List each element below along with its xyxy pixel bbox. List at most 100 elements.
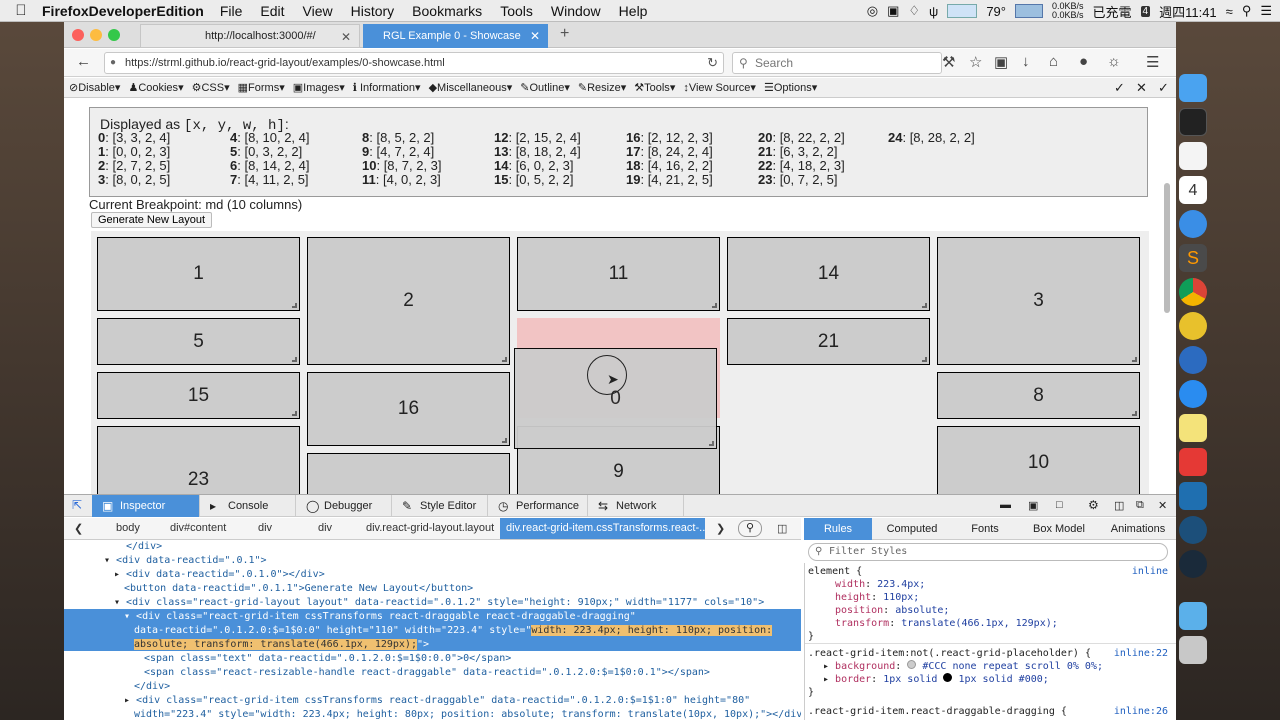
tab-network[interactable]: ⇆ Network [588,495,684,517]
wd-outline[interactable]: ✎Outline▾ [520,81,570,94]
activity-graph-icon[interactable] [947,4,978,18]
wrench-icon[interactable]: ⚒ [942,53,955,71]
usb-icon[interactable]: ψ [929,4,938,19]
markup-line[interactable]: ▸ <div class="react-grid-item cssTransfo… [124,694,750,708]
tab-rgl-showcase[interactable]: RGL Example 0 - Showcase ✕ [363,24,548,48]
grid-item-15[interactable]: 15 [97,372,300,419]
reminders-icon[interactable] [1179,142,1207,170]
grid-item-23[interactable]: 23 [97,426,300,494]
chat-icon[interactable]: ● [1079,53,1088,70]
calendar-icon[interactable]: 4 [1179,176,1207,204]
new-tab-button[interactable]: + [560,25,569,43]
firefox-icon[interactable] [1179,346,1207,374]
back-arrow-icon[interactable]: ← [76,53,91,70]
spotlight-icon[interactable]: ⚲ [1242,3,1252,19]
wd-view-source[interactable]: ↕View Source▾ [683,81,756,94]
tab-computed[interactable]: Computed [872,518,952,540]
markup-line[interactable]: </div> [126,540,162,554]
chrome-icon[interactable] [1179,278,1207,306]
apple-icon[interactable]:  [0,2,42,19]
filter-styles-input[interactable]: ⚲ Filter Styles [808,543,1168,561]
tab-box-model[interactable]: Box Model [1018,518,1100,540]
extension-icon[interactable]: ☼ [1107,53,1121,70]
breadcrumb-grid-layout[interactable]: div.react-grid-layout.layout [366,522,494,534]
wd-resize[interactable]: ✎Resize▾ [578,81,626,94]
responsive-icon[interactable]: □ [1056,499,1063,511]
rule-declaration[interactable]: height: 110px; [835,591,919,604]
grid-item-5[interactable]: 5 [97,318,300,365]
status-box-icon[interactable]: ▣ [887,3,899,19]
breadcrumb-back-icon[interactable]: ❮ [74,522,83,535]
reload-icon[interactable]: ↻ [707,53,718,73]
rule-declaration[interactable]: width: 223.4px; [835,578,925,591]
breadcrumb-div-content[interactable]: div#content [170,522,226,534]
menu-tools[interactable]: Tools [500,3,533,19]
breadcrumb-div[interactable]: div [318,522,332,534]
status-circle-icon[interactable]: ◎ [867,3,878,19]
markup-line[interactable]: width="223.4" style="width: 223.4px; hei… [134,708,801,720]
settings-gear-icon[interactable]: ⚙ [1088,498,1099,512]
pick-element-icon[interactable]: ⇱ [72,498,82,512]
battery-status[interactable]: 已充電 [1093,2,1132,21]
sidebar-toggle-icon[interactable]: ◫ [777,522,787,535]
wifi-icon[interactable]: ≈ [1226,4,1233,19]
wd-miscellaneous[interactable]: ◆Miscellaneous▾ [429,81,513,94]
wd-css[interactable]: ⚙CSS▾ [192,81,230,94]
quicktime-icon[interactable] [1179,550,1207,578]
resize-handle[interactable] [502,438,507,443]
zoom-window-button[interactable] [108,29,120,41]
url-bar[interactable]: ● https://strml.github.io/react-grid-lay… [104,52,724,74]
markup-search-icon[interactable]: ⚲ [738,520,762,537]
markup-line[interactable]: ▸ <div data-reactid=".0.1.0"></div> [114,568,325,582]
temperature-graph-icon[interactable] [1014,4,1043,18]
grid-item-16[interactable]: 16 [307,372,510,446]
resize-handle[interactable] [922,357,927,362]
remote-desktop-icon[interactable] [1179,482,1207,510]
markup-line[interactable]: data-reactid=".0.1.2.0:$=1$0:0" height="… [134,624,773,638]
resize-handle[interactable] [292,411,297,416]
resize-handle[interactable] [1132,411,1137,416]
app-store-icon[interactable] [1179,380,1207,408]
markup-line[interactable]: <span class="react-resizable-handle reac… [144,666,710,680]
wd-images[interactable]: ▣Images▾ [293,81,345,94]
tab-style-editor[interactable]: ✎ Style Editor [392,495,488,517]
home-icon[interactable]: ⌂ [1049,53,1058,70]
grid-item-14[interactable]: 14 [727,237,930,311]
bookmark-star-icon[interactable]: ☆ [969,53,982,71]
rule-declaration[interactable]: ▸ background: #CCC none repeat scroll 0%… [823,660,1103,673]
sublime-text-icon[interactable]: S [1179,244,1207,272]
markup-line[interactable]: absolute; transform: translate(466.1px, … [134,638,429,652]
resize-handle[interactable] [709,441,714,446]
tab-debugger[interactable]: ◯ Debugger [296,495,392,517]
tab-console[interactable]: ▸ Console [200,495,296,517]
tab-inspector[interactable]: ▣ Inspector [92,495,200,517]
check-icon[interactable]: ✓ [1114,80,1125,96]
split-console-icon[interactable]: ▬ [1000,499,1011,511]
markup-line[interactable]: </div> [134,680,170,694]
markup-line[interactable]: ▾ <div data-reactid=".0.1"> [104,554,267,568]
close-tab-icon[interactable]: ✕ [341,30,351,44]
terminal-icon[interactable] [1179,108,1207,136]
close-icon[interactable]: ✕ [1136,80,1147,96]
wd-cookies[interactable]: ♟Cookies▾ [128,81,183,94]
resize-handle[interactable] [502,357,507,362]
tab-rules[interactable]: Rules [804,518,872,540]
menu-view[interactable]: View [303,3,333,19]
clock[interactable]: 週四11:41 [1159,2,1217,21]
page-scrollbar[interactable] [1164,183,1170,313]
menu-history[interactable]: History [351,3,395,19]
app-name[interactable]: FirefoxDeveloperEdition [42,3,204,19]
hamburger-menu-icon[interactable]: ☰ [1146,53,1159,71]
tab-localhost[interactable]: http://localhost:3000/#/ ✕ [140,24,360,48]
download-icon[interactable]: ↓ [1022,53,1030,70]
wd-information[interactable]: ℹ Information▾ [353,81,421,94]
grid-item-10[interactable]: 10 [937,426,1140,494]
grid-item-11[interactable]: 11 [517,237,720,311]
scratchpad-icon[interactable]: ▣ [1028,499,1038,512]
stickies-icon[interactable] [1179,414,1207,442]
finder-icon[interactable] [1179,74,1207,102]
menu-window[interactable]: Window [551,3,601,19]
grid-item-2[interactable]: 2 [307,237,510,365]
markup-line[interactable]: <button data-reactid=".0.1.1">Generate N… [124,582,473,596]
trash-icon[interactable] [1179,636,1207,664]
